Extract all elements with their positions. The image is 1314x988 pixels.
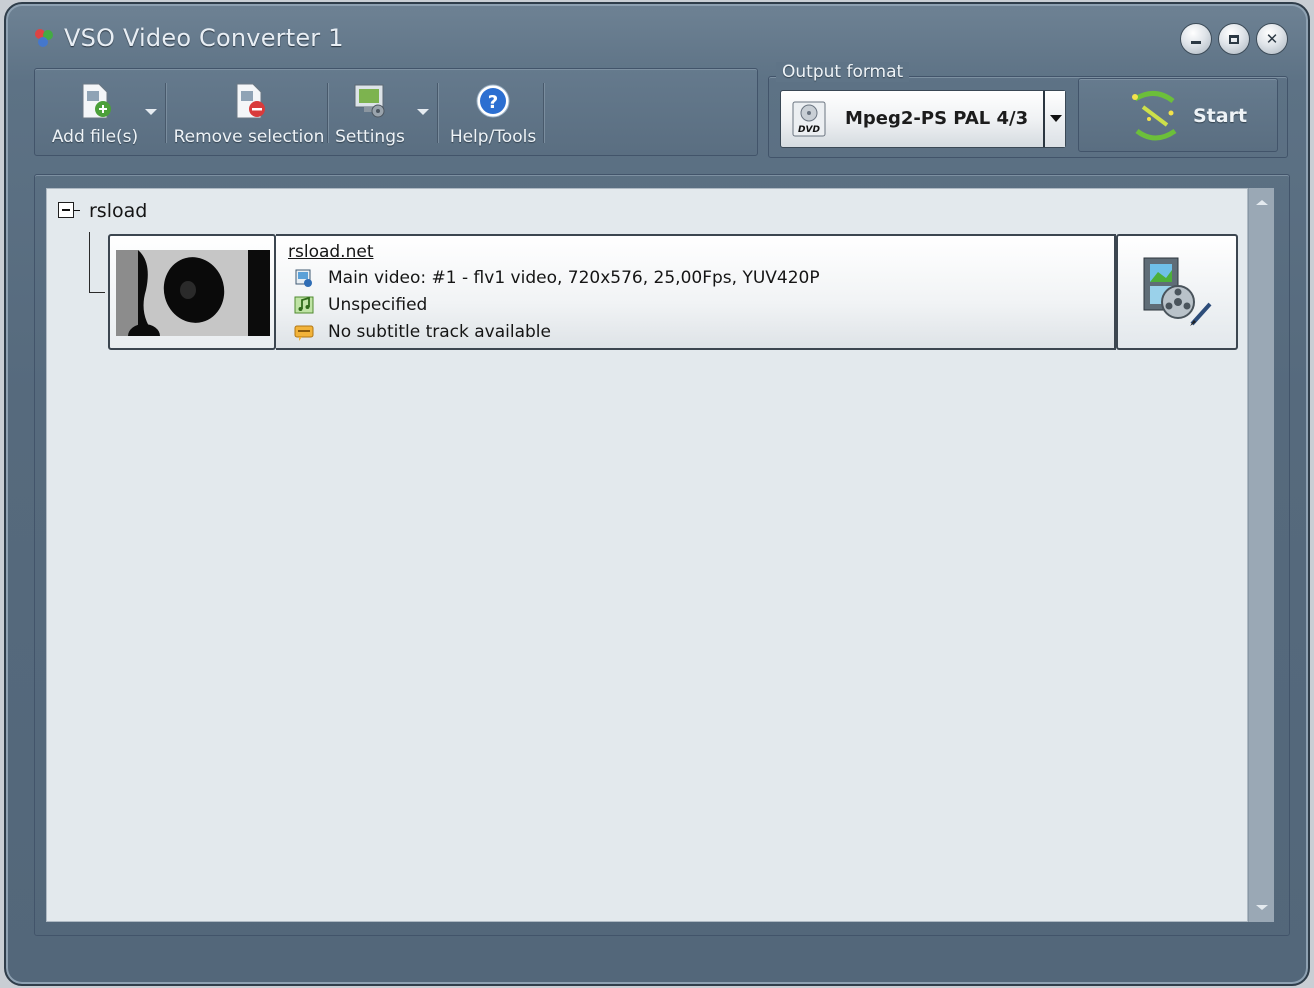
settings-button[interactable]: Settings bbox=[335, 69, 405, 157]
svg-text:DVD: DVD bbox=[798, 125, 820, 135]
remove-file-icon bbox=[236, 83, 265, 119]
svg-text:?: ? bbox=[488, 92, 498, 113]
film-reel-edit-icon bbox=[1143, 257, 1212, 326]
toolbar-separator bbox=[165, 83, 166, 143]
video-thumbnail bbox=[116, 250, 270, 336]
close-icon: ✕ bbox=[1265, 30, 1279, 48]
start-convert-icon bbox=[1132, 91, 1177, 141]
title-bar: VSO Video Converter 1 ✕ bbox=[6, 4, 1308, 68]
video-track-info: Main video: #1 - flv1 video, 720x576, 25… bbox=[294, 268, 820, 288]
audio-track-icon bbox=[294, 296, 314, 314]
chevron-down-icon[interactable] bbox=[1043, 91, 1065, 147]
dvd-icon: DVD bbox=[792, 101, 826, 137]
remove-selection-label: Remove selection bbox=[173, 127, 325, 147]
tree-group-label[interactable]: rsload bbox=[89, 200, 147, 222]
status-bar bbox=[26, 940, 1292, 976]
toolbar: Add file(s) Remove selection Settings ? … bbox=[34, 68, 758, 156]
video-track-icon bbox=[295, 269, 312, 287]
tree-connector bbox=[74, 210, 80, 211]
tree-connector bbox=[89, 232, 90, 292]
app-window: VSO Video Converter 1 ✕ Add file(s) Remo… bbox=[4, 2, 1310, 986]
output-format-select[interactable]: DVD Mpeg2-PS PAL 4/3 bbox=[780, 90, 1066, 148]
maximize-button[interactable] bbox=[1218, 23, 1250, 55]
toolbar-separator bbox=[327, 83, 328, 143]
scroll-up-arrow-icon[interactable] bbox=[1256, 200, 1268, 205]
window-title: VSO Video Converter 1 bbox=[64, 24, 344, 52]
output-format-legend: Output format bbox=[776, 62, 910, 82]
audio-track-text: Unspecified bbox=[328, 295, 428, 315]
scroll-down-arrow-icon[interactable] bbox=[1256, 905, 1268, 910]
minimize-icon bbox=[1191, 40, 1201, 44]
collapse-toggle-icon[interactable] bbox=[58, 202, 74, 218]
close-button[interactable]: ✕ bbox=[1256, 23, 1288, 55]
edit-video-button[interactable] bbox=[1116, 234, 1238, 350]
add-files-label: Add file(s) bbox=[51, 127, 139, 147]
video-track-text: Main video: #1 - flv1 video, 720x576, 25… bbox=[328, 268, 820, 288]
add-files-button[interactable]: Add file(s) bbox=[49, 69, 141, 157]
help-icon: ? bbox=[476, 84, 510, 118]
settings-icon bbox=[354, 84, 385, 118]
output-format-value: Mpeg2-PS PAL 4/3 bbox=[845, 108, 1029, 129]
help-tools-label: Help/Tools bbox=[449, 127, 537, 147]
start-label: Start bbox=[1193, 105, 1248, 127]
app-logo-icon bbox=[35, 29, 53, 47]
start-button[interactable]: Start bbox=[1078, 78, 1278, 152]
vertical-scrollbar[interactable] bbox=[1248, 188, 1274, 922]
subtitle-track-text: No subtitle track available bbox=[328, 322, 551, 342]
file-name-link[interactable]: rsload.net bbox=[288, 242, 373, 262]
subtitle-track-info[interactable]: No subtitle track available bbox=[294, 322, 551, 342]
add-files-dropdown-arrow-icon[interactable] bbox=[145, 109, 157, 115]
minimize-button[interactable] bbox=[1180, 23, 1212, 55]
settings-dropdown-arrow-icon[interactable] bbox=[417, 109, 429, 115]
list-item[interactable]: rsload.net Main video: #1 - flv1 video, … bbox=[108, 234, 1238, 350]
help-tools-button[interactable]: ? Help/Tools bbox=[445, 69, 541, 157]
tree-connector bbox=[89, 292, 105, 293]
add-file-icon bbox=[82, 83, 111, 119]
remove-selection-button[interactable]: Remove selection bbox=[174, 69, 324, 157]
toolbar-separator bbox=[543, 83, 544, 143]
audio-track-info[interactable]: Unspecified bbox=[294, 295, 427, 315]
file-info-panel: rsload.net Main video: #1 - flv1 video, … bbox=[276, 234, 1116, 350]
subtitle-icon bbox=[294, 325, 314, 341]
maximize-icon bbox=[1229, 34, 1239, 44]
settings-label: Settings bbox=[335, 127, 405, 147]
toolbar-separator bbox=[437, 83, 438, 143]
video-thumbnail-frame bbox=[108, 234, 276, 350]
